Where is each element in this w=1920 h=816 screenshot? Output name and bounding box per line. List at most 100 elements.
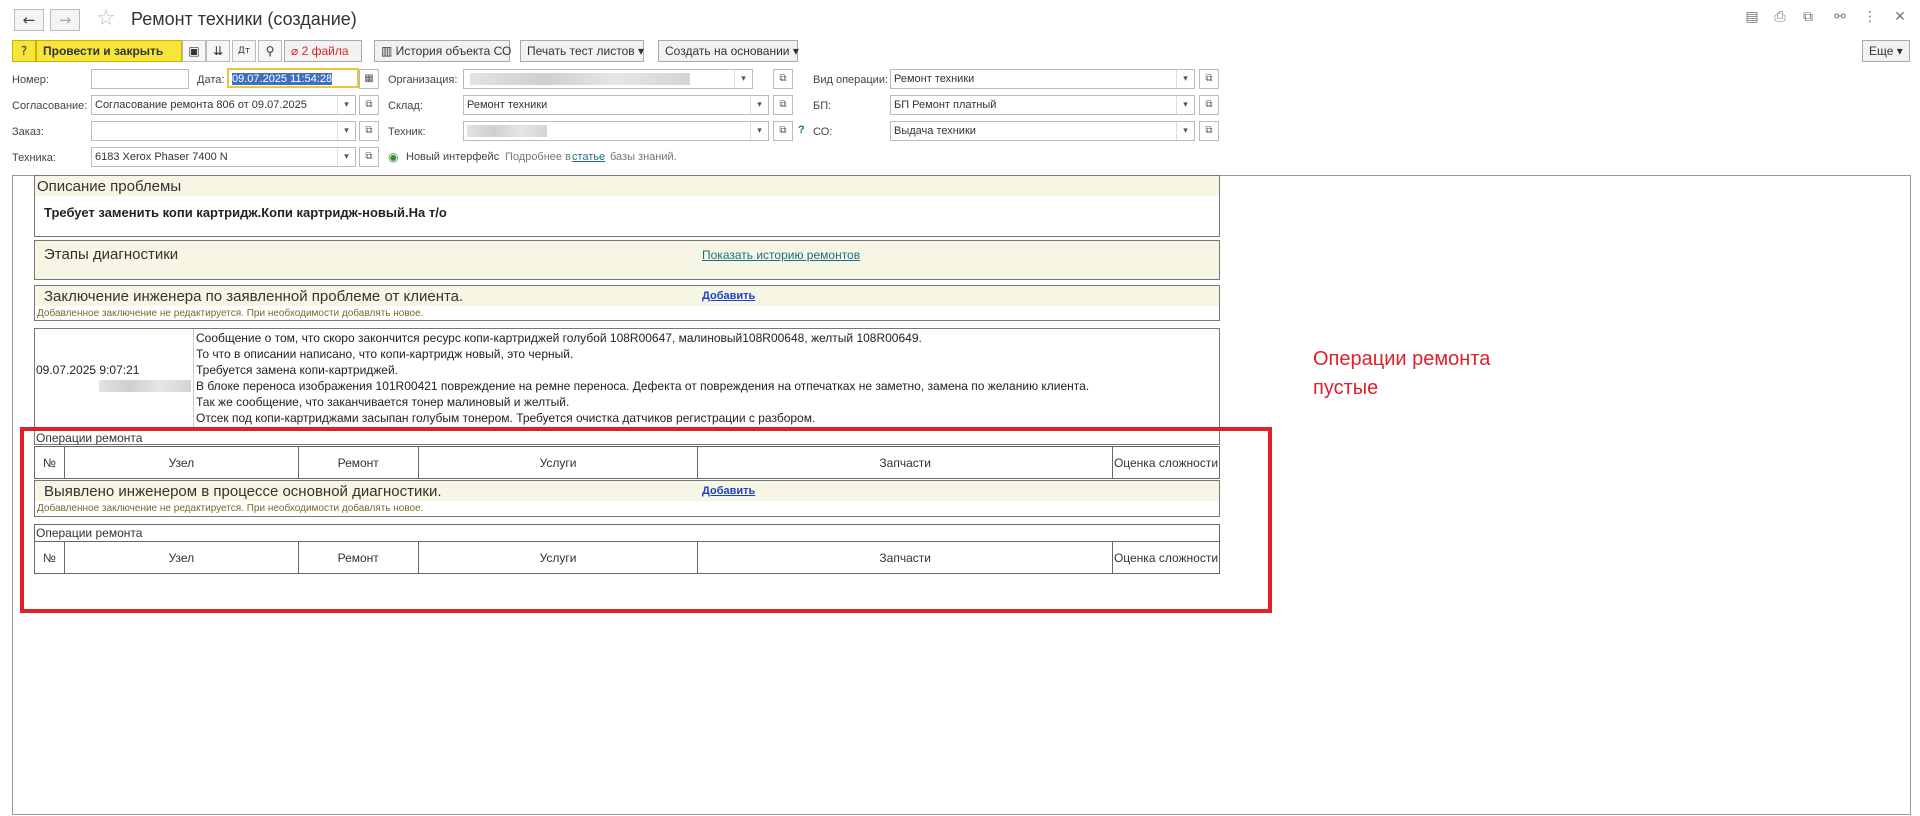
co-label: СО: [813, 126, 833, 138]
redacted-author [99, 380, 191, 392]
back-arrow-icon[interactable]: ← [14, 9, 44, 31]
close-icon[interactable]: ✕ [1890, 9, 1910, 29]
chevron-down-icon[interactable]: ▾ [337, 148, 355, 166]
open-icon[interactable]: ⧉ [1199, 95, 1219, 115]
number-field[interactable] [91, 69, 189, 89]
show-history-link[interactable]: Показать историю ремонтов [702, 248, 860, 262]
number-label: Номер: [12, 74, 49, 86]
order-label: Заказ: [12, 126, 44, 138]
chevron-down-icon[interactable]: ▾ [337, 96, 355, 114]
operation-type-value: Ремонт техники [894, 73, 975, 85]
new-interface-label: Новый интерфейс [406, 151, 500, 163]
open-icon[interactable]: ⧉ [773, 121, 793, 141]
co-field[interactable]: Выдача техники ▾ [890, 121, 1195, 141]
post-icon[interactable]: ⇊ [206, 40, 230, 62]
link-icon[interactable]: ⚯ [1830, 9, 1850, 29]
forward-arrow-icon[interactable]: → [50, 9, 80, 31]
annotation-text: Операции ремонта пустые [1313, 348, 1491, 399]
open-icon[interactable]: ⧉ [359, 147, 379, 167]
technician-field[interactable]: ▾ [463, 121, 769, 141]
conclusion-title: Заключение инженера по заявленной пробле… [44, 288, 464, 305]
redacted-value [470, 73, 690, 85]
star-icon[interactable]: ☆ [96, 6, 116, 31]
preview-icon[interactable]: ⧉ [1798, 9, 1818, 29]
open-icon[interactable]: ⧉ [1199, 121, 1219, 141]
problem-panel: Описание проблемы Требует заменить копи … [34, 175, 1220, 237]
warehouse-value: Ремонт техники [467, 99, 548, 111]
equipment-field[interactable]: 6183 Xerox Phaser 7400 N ▾ [91, 147, 356, 167]
divider [193, 329, 194, 430]
radio-selected-icon[interactable]: ◉ [388, 150, 398, 164]
entry-line: Требуется замена копи-картриджей. [196, 363, 399, 377]
details-text: Подробнее в [505, 151, 571, 163]
conclusion-panel: Заключение инженера по заявленной пробле… [34, 285, 1220, 321]
highlight-box [20, 427, 1272, 613]
print-test-button[interactable]: Печать тест листов ▾ [520, 40, 644, 62]
help-link[interactable]: ? [798, 124, 805, 136]
calendar-icon[interactable]: ▦ [359, 69, 379, 89]
entry-line: Отсек под копи-картриджами засыпан голуб… [196, 411, 816, 425]
create-based-button[interactable]: Создать на основании ▾ [658, 40, 799, 62]
organization-label: Организация: [388, 74, 458, 86]
conclusion-note: Добавленное заключение не редактируется.… [37, 308, 424, 319]
history-co-button[interactable]: ▥ История объекта СО [374, 40, 512, 62]
agreement-field[interactable]: Согласование ремонта 806 от 09.07.2025 ▾ [91, 95, 356, 115]
date-value: 09.07.2025 11:54:28 [232, 73, 333, 85]
structure-icon[interactable]: ⚲ [258, 40, 282, 62]
bp-value: БП Ремонт платный [894, 99, 997, 111]
chevron-down-icon[interactable]: ▾ [750, 122, 768, 140]
operation-type-field[interactable]: Ремонт техники ▾ [890, 69, 1195, 89]
files-button[interactable]: ⌀ 2 файла [284, 40, 362, 62]
chevron-down-icon[interactable]: ▾ [734, 70, 752, 88]
agreement-value: Согласование ремонта 806 от 09.07.2025 [95, 99, 307, 111]
chevron-down-icon[interactable]: ▾ [337, 122, 355, 140]
bp-label: БП: [813, 100, 832, 112]
more-button[interactable]: Еще ▾ [1862, 40, 1910, 62]
equipment-label: Техника: [12, 152, 56, 164]
date-label: Дата: [197, 74, 225, 86]
agreement-label: Согласование: [12, 100, 88, 112]
open-icon[interactable]: ⧉ [1199, 69, 1219, 89]
print-icon[interactable]: ⎙ [1770, 9, 1790, 29]
co-value: Выдача техники [894, 125, 976, 137]
post-and-close-button[interactable]: Провести и закрыть [36, 40, 182, 62]
open-icon[interactable]: ⧉ [773, 69, 793, 89]
save-icon[interactable]: ▣ [182, 40, 206, 62]
entry-date: 09.07.2025 9:07:21 [36, 363, 140, 377]
entry-line: Так же сообщение, что заканчивается тоне… [196, 395, 570, 409]
entry-line: В блоке переноса изображения 101R00421 п… [196, 379, 1090, 393]
chevron-down-icon[interactable]: ▾ [1176, 70, 1194, 88]
chevron-down-icon[interactable]: ▾ [1176, 122, 1194, 140]
add-conclusion-link[interactable]: Добавить [702, 290, 755, 302]
open-icon[interactable]: ⧉ [359, 95, 379, 115]
order-field[interactable]: ▾ [91, 121, 356, 141]
organization-field[interactable]: ▾ [463, 69, 753, 89]
dt-kt-icon[interactable]: Дт [232, 40, 256, 62]
chevron-down-icon[interactable]: ▾ [750, 96, 768, 114]
diagnostics-title: Этапы диагностики [44, 246, 179, 263]
problem-header [35, 176, 1219, 196]
chevron-down-icon[interactable]: ▾ [1176, 96, 1194, 114]
warehouse-field[interactable]: Ремонт техники ▾ [463, 95, 769, 115]
command-bar: ? Провести и закрыть ▣ ⇊ Дт ⚲ ⌀ 2 файла … [0, 40, 1920, 64]
operation-type-label: Вид операции: [813, 74, 889, 86]
history-co-label: История объекта СО [395, 44, 512, 58]
entry-line: То что в описании написано, что копи-кар… [196, 347, 574, 361]
open-icon[interactable]: ⧉ [359, 121, 379, 141]
problem-text: Требует заменить копи картридж.Копи карт… [44, 205, 447, 220]
open-icon[interactable]: ⧉ [773, 95, 793, 115]
diagnostics-panel: Этапы диагностики Показать историю ремон… [34, 240, 1220, 280]
warehouse-label: Склад: [388, 100, 423, 112]
equipment-value: 6183 Xerox Phaser 7400 N [95, 151, 228, 163]
article-link[interactable]: статье [572, 151, 605, 163]
redacted-value [467, 125, 547, 137]
help-icon[interactable]: ? [12, 40, 36, 62]
date-field[interactable]: 09.07.2025 11:54:28 [227, 68, 359, 88]
more-vertical-icon[interactable]: ⋮ [1860, 9, 1880, 29]
page-title: Ремонт техники (создание) [131, 9, 357, 29]
bp-field[interactable]: БП Ремонт платный ▾ [890, 95, 1195, 115]
knowledge-base-text: базы знаний. [610, 151, 677, 163]
save-icon[interactable]: ▤ [1742, 9, 1762, 29]
title-bar: ← → ☆ Ремонт техники (создание) ▤ ⎙ ⧉ ⚯ … [0, 0, 1920, 38]
files-label: 2 файла [301, 44, 349, 58]
